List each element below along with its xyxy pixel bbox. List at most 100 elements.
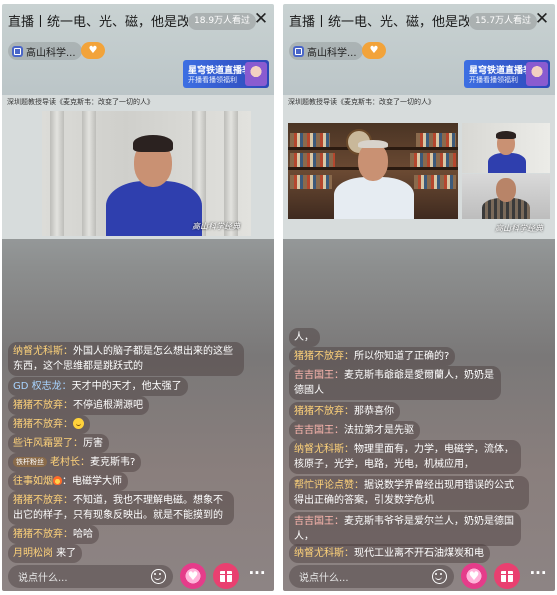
promo-character-image (526, 62, 548, 86)
heart-icon[interactable]: ♥ (461, 563, 487, 589)
emoji-icon (73, 418, 84, 429)
chat-message: 纳督尤科斯：现代工业离不开石油煤炭和电 (289, 544, 490, 563)
chat-username: 月明松岗 (13, 548, 53, 559)
channel-name: 高山科学... (307, 47, 357, 59)
chat-text: 哈哈 (73, 529, 93, 540)
top-bar: 直播丨统一电、光、磁，他是改变 18.9万人看过 ✕ (2, 4, 274, 38)
chat-text: 法拉第才是先驱 (344, 425, 414, 436)
chat-username: 猪猪不放弃： (13, 529, 73, 540)
bookshelf (290, 175, 332, 189)
flame-icon (53, 476, 62, 485)
bookshelf (416, 133, 456, 147)
chat-message: 猪猪不放弃：哈哈 (8, 525, 99, 544)
chat-text: 人， (294, 332, 314, 343)
chat-username: 猪猪不放弃： (294, 406, 354, 417)
chat-username: 猪猪不放弃： (13, 495, 73, 506)
bookshelf (410, 153, 456, 167)
gift-icon[interactable] (213, 563, 239, 589)
channel-pill[interactable]: 高山科学... (8, 42, 82, 60)
emoji-icon[interactable] (432, 569, 447, 584)
like-button[interactable]: ♥ (81, 42, 105, 59)
chat-username: 帮忙评论点赞： (294, 480, 364, 491)
speaker-video (288, 123, 458, 219)
bottom-bar: 说点什么... ♥ ··· (2, 562, 274, 591)
chat-username: 老村长： (50, 457, 90, 468)
chat-message: 猪猪不放弃：那恭喜你 (289, 402, 400, 421)
promo-subtitle: 开播看播领福利 (188, 76, 237, 84)
promo-subtitle: 开播看播领福利 (469, 76, 518, 84)
video-caption: 深圳题教授导读《麦克斯韦：改变了一切的人》 (7, 98, 154, 106)
guest-video-1 (462, 123, 550, 173)
chat-text: 麦克斯韦? (90, 457, 136, 468)
chat-username: 猪猪不放弃： (13, 400, 73, 411)
channel-badge-icon (12, 45, 23, 57)
chat-username: 纳督尤科斯： (13, 346, 73, 357)
chat-text: 天才中的天才，他太强了 (71, 381, 182, 392)
video-caption: 深圳题教授导读《麦克斯韦：改变了一切的人》 (288, 98, 435, 106)
chat-username: 往事如烟 (13, 476, 53, 487)
bookshelf (290, 153, 335, 167)
chat-message: 猪猪不放弃：不停追根溯源吧 (8, 396, 149, 415)
promo-banner[interactable]: 星穹铁道直播季 开播看播领福利 (464, 60, 550, 88)
chat-username: 猪猪不放弃： (13, 419, 73, 430)
chat-message: 吉吉国王：法拉第才是先驱 (289, 421, 420, 440)
chat-message: 猪猪不放弃：不知道，我也不理解电磁。想象不出它的样子，只有现象反映出。就是不能摸… (8, 491, 234, 525)
close-icon[interactable]: ✕ (252, 8, 270, 30)
chat-message: 帮忙评论点赞：据说数学界曾经出现用错误的公式得出正确的答案，引发数学危机 (289, 476, 529, 510)
curtain-decoration (82, 111, 96, 236)
watermark: 高山科学经典 (495, 224, 543, 233)
video-player[interactable]: 深圳题教授导读《麦克斯韦：改变了一切的人》 高山科学经典 (2, 95, 274, 239)
channel-name: 高山科学... (26, 47, 76, 59)
bottom-bar: 说点什么... ♥ ··· (283, 562, 555, 591)
chat-username: 猪猪不放弃： (294, 351, 354, 362)
chat-username: 纳督尤科斯： (294, 548, 354, 559)
heart-icon[interactable]: ♥ (180, 563, 206, 589)
chat-message: 猪猪不放弃： (8, 415, 90, 434)
channel-badge-icon (293, 45, 304, 57)
curtain-decoration (50, 111, 64, 236)
fan-badge: 铁杆粉丝 (13, 457, 47, 467)
chat-username: 些许风霜罢了： (13, 438, 83, 449)
viewer-count-badge: 18.9万人看过 (188, 13, 257, 30)
promo-banner[interactable]: 星穹铁道直播季 开播看播领福利 (183, 60, 269, 88)
chat-text: ：电磁学大师 (62, 476, 122, 487)
watermark: 高山科学经典 (192, 222, 240, 231)
close-icon[interactable]: ✕ (533, 8, 551, 30)
chat-message: 些许风霜罢了：厉害 (8, 434, 109, 453)
comment-input[interactable]: 说点什么... (289, 565, 454, 588)
chat-message: 纳督尤科斯：外国人的脑子都是怎么想出来的这些东西，这个思维都是跳跃式的 (8, 342, 244, 376)
curtain-decoration (224, 111, 238, 236)
stream-title: 直播丨统一电、光、磁，他是改变 (289, 15, 469, 30)
gift-icon[interactable] (494, 563, 520, 589)
like-button[interactable]: ♥ (362, 42, 386, 59)
promo-character-image (245, 62, 267, 86)
speaker-video: 高山科学经典 (42, 111, 251, 236)
live-panel-left: 直播丨统一电、光、磁，他是改变 18.9万人看过 ✕ 高山科学... ♥ 星穹铁… (2, 4, 274, 591)
stream-title: 直播丨统一电、光、磁，他是改变 (8, 15, 188, 30)
video-player[interactable]: 深圳题教授导读《麦克斯韦：改变了一切的人》 高山科学经典 (283, 95, 555, 239)
more-icon[interactable]: ··· (246, 566, 268, 586)
chat-message: 人， (289, 328, 320, 347)
chat-username: 吉吉国王： (294, 516, 344, 527)
more-icon[interactable]: ··· (527, 566, 549, 586)
chat-text: 现代工业离不开石油煤炭和电 (354, 548, 484, 559)
emoji-icon[interactable] (151, 569, 166, 584)
bookshelf (414, 175, 456, 189)
chat-message: GD 权志龙：天才中的天才，他太强了 (8, 377, 188, 396)
bookshelf (290, 133, 330, 147)
chat-text: 不停追根溯源吧 (73, 400, 143, 411)
like-icon: ♥ (88, 45, 98, 56)
guest-video-2 (462, 174, 550, 219)
chat-username: GD 权志龙： (13, 381, 72, 392)
chat-message: 吉吉国王：麦克斯韦爷爷是爱尔兰人，奶奶是德国人， (289, 512, 521, 546)
channel-pill[interactable]: 高山科学... (289, 42, 363, 60)
top-bar: 直播丨统一电、光、磁，他是改变 15.7万人看过 ✕ (283, 4, 555, 38)
chat-message: 吉吉国王：麦克斯韦爺爺是愛爾蘭人，奶奶是德國人 (289, 366, 501, 400)
chat-username: 吉吉国王： (294, 370, 344, 381)
viewer-count-badge: 15.7万人看过 (469, 13, 538, 30)
comment-placeholder: 说点什么... (18, 573, 68, 584)
chat-username: 吉吉国王： (294, 425, 344, 436)
comment-input[interactable]: 说点什么... (8, 565, 173, 588)
chat-message: 纳督尤科斯：物理里面有，力学，电磁学，流体，核原子，光学，电路，光电，机械应用， (289, 440, 521, 474)
comment-placeholder: 说点什么... (299, 573, 349, 584)
